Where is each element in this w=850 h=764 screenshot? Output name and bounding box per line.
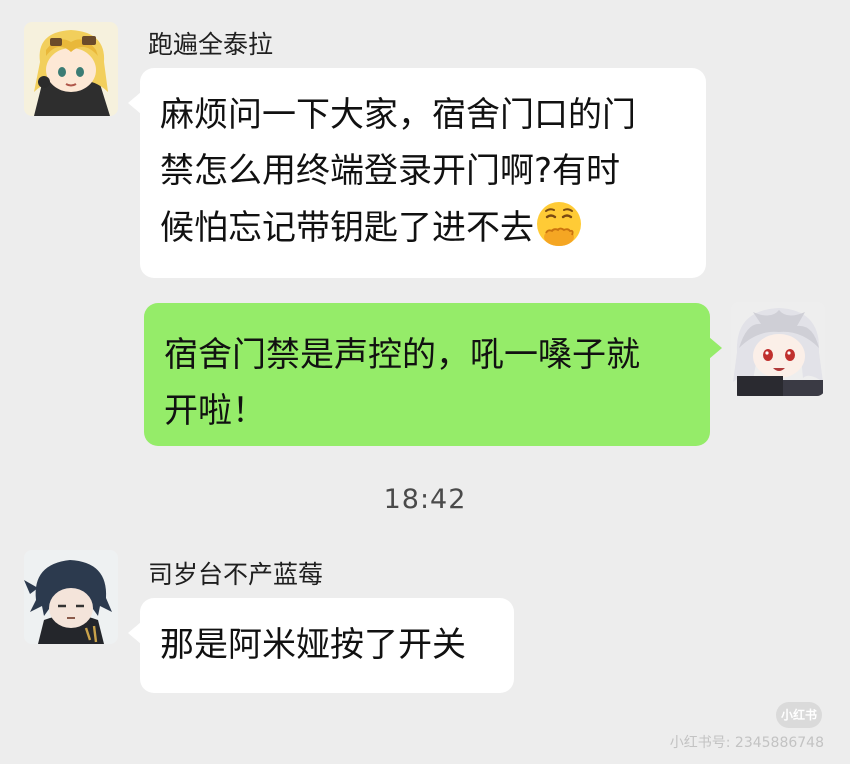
avatar-self[interactable] (731, 302, 825, 396)
sender-name: 跑遍全泰拉 (148, 30, 274, 59)
bubble-tail (709, 337, 722, 359)
message-text-line: 麻烦问一下大家，宿舍门口的门 (160, 95, 636, 135)
message-text-line: 候怕忘记带钥匙了进不去 (160, 199, 706, 256)
sender-name: 司岁台不产蓝莓 (148, 560, 324, 589)
bubble-tail (128, 92, 141, 114)
message-bubble-incoming[interactable]: 麻烦问一下大家，宿舍门口的门 禁怎么用终端登录开门啊?有时 候怕忘记带钥匙了进不… (128, 68, 706, 278)
message-text-line: 宿舍门禁是声控的，吼一嗓子就 (164, 335, 640, 375)
message-text-line: 那是阿米娅按了开关 (160, 625, 466, 665)
xiaohongshu-watermark-logo: 小红书 (776, 702, 822, 728)
avatar-sisuitai-image (24, 550, 118, 644)
message-bubble-incoming[interactable]: 那是阿米娅按了开关 (128, 598, 514, 693)
watermark-text: 小红书号: 2345886748 (669, 735, 824, 751)
avatar-sisuitai[interactable] (24, 550, 118, 644)
face-with-hand-over-mouth-emoji (534, 199, 584, 249)
message-bubble-outgoing[interactable]: 宿舍门禁是声控的，吼一嗓子就 开啦！ (144, 303, 722, 446)
message-text-line: 开啦！ (164, 391, 266, 431)
message-text-line: 禁怎么用终端登录开门啊?有时 (160, 151, 621, 191)
bubble-tail (128, 622, 141, 644)
timestamp: 18:42 (383, 484, 467, 515)
avatar-paobian-image (24, 22, 118, 116)
avatar-self-image (731, 302, 825, 396)
message-text: 候怕忘记带钥匙了进不去 (160, 208, 534, 248)
avatar-paobian[interactable] (24, 22, 118, 116)
